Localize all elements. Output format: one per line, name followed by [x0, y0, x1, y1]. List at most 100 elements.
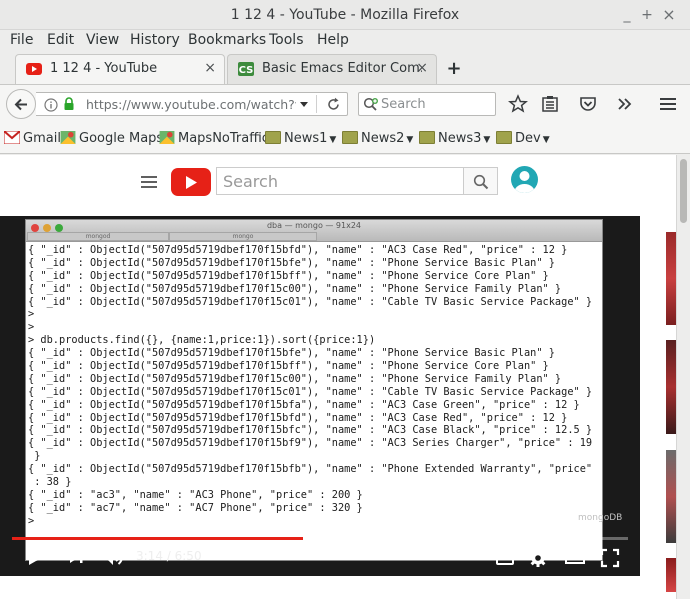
scrollbar-thumb[interactable]: [680, 159, 687, 223]
gmail-icon: [4, 131, 20, 144]
dropdown-caret-icon: ▼: [406, 135, 414, 145]
bookmark-label: MapsNoTraffic: [178, 131, 269, 146]
bookmark-gmail[interactable]: Gmail: [4, 131, 61, 146]
menu-file[interactable]: File: [10, 32, 33, 48]
search-placeholder: Search: [381, 97, 426, 112]
url-dropdown-icon[interactable]: [299, 101, 309, 109]
menu-tools[interactable]: Tools: [269, 32, 304, 48]
bookmark-label: Dev: [515, 131, 541, 146]
info-icon[interactable]: [44, 98, 58, 112]
next-icon[interactable]: [66, 548, 86, 566]
youtube-logo[interactable]: [171, 168, 211, 196]
video-controls: mongoDB 3:14 / 6:50 CC: [0, 216, 640, 576]
title-bar: 1 12 4 - YouTube - Mozilla Firefox _ + ×: [0, 0, 690, 30]
magnifier-icon: [473, 174, 489, 190]
menu-bar: File Edit View History Bookmarks Tools H…: [0, 30, 690, 52]
bookmark-folder-dev[interactable]: Dev ▼: [496, 131, 550, 146]
google-search-icon: [363, 97, 378, 111]
dropdown-caret-icon: ▼: [483, 135, 491, 145]
folder-icon: [265, 131, 281, 144]
tab-youtube[interactable]: 1 12 4 - YouTube ×: [15, 54, 225, 84]
google-maps-icon: [159, 131, 175, 144]
page-content: Search dba — mongo — 91x24 mongod mongo …: [0, 155, 676, 599]
related-videos-strip: [666, 232, 676, 592]
video-player[interactable]: dba — mongo — 91x24 mongod mongo { "_id"…: [0, 216, 640, 576]
hamburger-menu-icon[interactable]: [658, 94, 678, 114]
related-thumbnail[interactable]: [666, 558, 676, 592]
tab-emacs[interactable]: CS Basic Emacs Editor Com… ×: [227, 54, 437, 84]
bookmark-folder-news1[interactable]: News1 ▼: [265, 131, 336, 146]
theater-mode-icon[interactable]: [564, 549, 586, 566]
avatar[interactable]: [511, 166, 538, 193]
time-display: 3:14 / 6:50: [136, 549, 202, 563]
captions-label: CC: [499, 553, 511, 562]
maximize-button[interactable]: +: [637, 5, 657, 25]
reading-list-icon[interactable]: [540, 94, 560, 114]
time-current: 3:14: [136, 549, 163, 563]
folder-icon: [419, 131, 435, 144]
time-total: 6:50: [174, 549, 202, 563]
mongodb-watermark: mongoDB: [578, 513, 623, 523]
related-thumbnail[interactable]: [666, 340, 676, 434]
google-maps-icon: [60, 131, 76, 144]
youtube-favicon-icon: [26, 63, 42, 75]
url-divider: [316, 95, 317, 113]
bookmark-label: Gmail: [23, 131, 61, 146]
related-thumbnail[interactable]: [666, 232, 676, 325]
youtube-guide-menu-icon[interactable]: [141, 176, 157, 188]
menu-history[interactable]: History: [130, 32, 180, 48]
play-icon[interactable]: [24, 546, 46, 568]
bookmarks-toolbar: Gmail Google Maps MapsNoTraffic News1 ▼ N…: [0, 122, 690, 154]
menu-edit[interactable]: Edit: [47, 32, 74, 48]
bookmark-mapsnotraffic[interactable]: MapsNoTraffic: [159, 131, 269, 146]
time-separator: /: [162, 549, 175, 563]
bookmark-google-maps[interactable]: Google Maps: [60, 131, 163, 146]
overflow-chevron-icon[interactable]: [615, 94, 635, 114]
navigation-bar: https://www.youtube.com/watch?v=Ez: [0, 84, 690, 122]
back-arrow-icon: [14, 98, 27, 111]
fullscreen-icon[interactable]: [600, 548, 620, 568]
settings-gear-icon[interactable]: [528, 548, 548, 568]
back-button[interactable]: [6, 89, 36, 119]
menu-bookmarks[interactable]: Bookmarks: [188, 32, 266, 48]
page-scrollbar[interactable]: [676, 155, 690, 599]
bookmark-label: News2: [361, 131, 405, 146]
youtube-search-button[interactable]: [464, 167, 498, 195]
firefox-window: 1 12 4 - YouTube - Mozilla Firefox _ + ×…: [0, 0, 690, 599]
window-title: 1 12 4 - YouTube - Mozilla Firefox: [230, 7, 460, 23]
menu-view[interactable]: View: [86, 32, 119, 48]
close-window-button[interactable]: ×: [659, 5, 679, 25]
user-avatar-icon: [514, 171, 535, 193]
lock-icon: [64, 97, 74, 110]
youtube-play-logo-icon: [186, 176, 197, 189]
tab-label: 1 12 4 - YouTube: [50, 61, 158, 76]
bookmark-folder-news3[interactable]: News3 ▼: [419, 131, 490, 146]
volume-icon[interactable]: [100, 546, 124, 568]
youtube-search-placeholder: Search: [223, 172, 278, 191]
folder-icon: [342, 131, 358, 144]
cheatsheet-favicon-icon: CS: [238, 62, 254, 76]
captions-button[interactable]: CC: [496, 552, 514, 565]
tab-strip: 1 12 4 - YouTube × CS Basic Emacs Editor…: [0, 54, 690, 84]
minimize-button[interactable]: _: [617, 5, 637, 25]
tab-close-icon[interactable]: ×: [204, 60, 216, 76]
new-tab-button[interactable]: +: [443, 59, 465, 79]
bookmark-label: Google Maps: [79, 131, 164, 146]
related-thumbnail[interactable]: [666, 450, 676, 543]
dropdown-caret-icon: ▼: [542, 135, 550, 145]
bookmark-label: News1: [284, 131, 328, 146]
folder-icon: [496, 131, 512, 144]
url-bar[interactable]: https://www.youtube.com/watch?v=Ez: [36, 92, 348, 116]
pocket-icon[interactable]: [578, 94, 598, 114]
search-input[interactable]: Search: [358, 92, 496, 116]
reload-icon[interactable]: [326, 97, 341, 112]
url-text: https://www.youtube.com/watch?v=Ez: [86, 97, 296, 112]
tab-label: Basic Emacs Editor Com…: [262, 61, 422, 76]
menu-help[interactable]: Help: [317, 32, 349, 48]
youtube-search-input[interactable]: Search: [216, 167, 464, 195]
bookmark-folder-news2[interactable]: News2 ▼: [342, 131, 413, 146]
progress-played: [12, 537, 304, 540]
svg-text:CS: CS: [239, 65, 254, 76]
bookmark-star-icon[interactable]: [508, 94, 528, 114]
tab-close-icon[interactable]: ×: [416, 60, 428, 76]
